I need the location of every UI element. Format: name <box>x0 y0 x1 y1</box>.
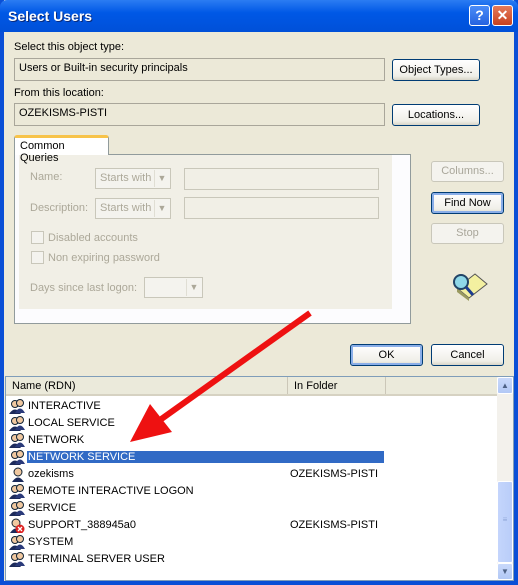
row-name: SYSTEM <box>28 536 74 548</box>
group-icon <box>9 535 25 550</box>
ok-button[interactable]: OK <box>350 344 423 366</box>
description-mode-select[interactable]: Starts with ▼ <box>95 198 171 219</box>
stop-button[interactable]: Stop <box>431 223 504 244</box>
row-name: LOCAL SERVICE <box>28 417 115 429</box>
list-item[interactable]: ozekisms OZEKISMS-PISTI <box>6 466 497 483</box>
group-icon <box>9 450 25 465</box>
disabled-accounts-checkbox[interactable] <box>31 231 44 244</box>
non-expiring-password-checkbox[interactable] <box>31 251 44 264</box>
row-name: INTERACTIVE <box>28 400 101 412</box>
list-item[interactable]: INTERACTIVE <box>6 398 497 415</box>
group-icon <box>9 399 25 414</box>
row-name: REMOTE INTERACTIVE LOGON <box>28 485 194 497</box>
non-expiring-password-label: Non expiring password <box>48 252 160 264</box>
list-item[interactable]: SERVICE <box>6 500 497 517</box>
columns-button[interactable]: Columns... <box>431 161 504 182</box>
window-title: Select Users <box>8 8 93 24</box>
name-mode-value: Starts with <box>100 172 152 184</box>
row-name: ozekisms <box>28 468 74 480</box>
scroll-down-button[interactable]: ▼ <box>497 563 513 580</box>
object-type-label: Select this object type: <box>14 41 125 53</box>
row-name: SUPPORT_388945a0 <box>28 519 137 531</box>
object-type-field: Users or Built-in security principals <box>14 58 385 81</box>
list-item[interactable]: SYSTEM <box>6 534 497 551</box>
chevron-down-icon: ▼ <box>186 279 201 296</box>
title-bar: Select Users ? ✕ <box>0 0 518 32</box>
name-label: Name: <box>30 171 63 183</box>
list-item[interactable]: SUPPORT_388945a0 OZEKISMS-PISTI <box>6 517 497 534</box>
days-since-logon-select[interactable]: ▼ <box>144 277 203 298</box>
row-name: NETWORK SERVICE <box>27 451 384 463</box>
location-label: From this location: <box>14 87 104 99</box>
row-name: NETWORK <box>28 434 85 446</box>
results-list[interactable]: Name (RDN) In Folder INTERACTIVE LOCAL SE… <box>5 376 514 581</box>
search-directory-icon <box>453 273 488 301</box>
object-types-button[interactable]: Object Types... <box>392 59 480 81</box>
vertical-scrollbar[interactable]: ▲ ≡ ▼ <box>497 377 513 580</box>
group-icon <box>9 501 25 516</box>
group-icon <box>9 433 25 448</box>
chevron-down-icon: ▼ <box>154 170 169 187</box>
locations-button[interactable]: Locations... <box>392 104 480 126</box>
disabled-user-icon <box>10 518 25 533</box>
user-icon <box>12 467 24 482</box>
disabled-accounts-label: Disabled accounts <box>48 232 138 244</box>
list-item[interactable]: LOCAL SERVICE <box>6 415 497 432</box>
tab-common-queries[interactable]: Common Queries <box>14 135 109 164</box>
description-input[interactable] <box>184 197 379 219</box>
list-item[interactable]: TERMINAL SERVER USER <box>6 551 497 568</box>
chevron-down-icon: ▼ <box>154 200 169 217</box>
group-icon <box>9 484 25 499</box>
common-queries-panel: Name: Starts with ▼ Description: Starts w… <box>14 154 411 324</box>
help-button[interactable]: ? <box>469 5 490 26</box>
row-folder: OZEKISMS-PISTI <box>290 468 379 480</box>
scroll-up-button[interactable]: ▲ <box>497 377 513 394</box>
description-mode-value: Starts with <box>100 202 152 214</box>
name-input[interactable] <box>184 168 379 190</box>
row-folder: OZEKISMS-PISTI <box>290 519 379 531</box>
name-mode-select[interactable]: Starts with ▼ <box>95 168 171 189</box>
row-name: TERMINAL SERVER USER <box>28 553 165 565</box>
list-item[interactable]: NETWORK <box>6 432 497 449</box>
group-icon <box>9 552 25 567</box>
list-item[interactable]: NETWORK SERVICE <box>6 449 497 466</box>
results-header: Name (RDN) In Folder <box>6 377 497 396</box>
location-field: OZEKISMS-PISTI <box>14 103 385 126</box>
scroll-thumb[interactable]: ≡ <box>497 481 513 563</box>
group-icon <box>9 416 25 431</box>
row-name: SERVICE <box>28 502 77 514</box>
days-since-logon-label: Days since last logon: <box>30 282 137 294</box>
close-button[interactable]: ✕ <box>492 5 513 26</box>
column-header-name[interactable]: Name (RDN) <box>6 377 288 394</box>
list-item[interactable]: REMOTE INTERACTIVE LOGON <box>6 483 497 500</box>
find-now-button[interactable]: Find Now <box>431 192 504 214</box>
cancel-button[interactable]: Cancel <box>431 344 504 366</box>
description-label: Description: <box>30 202 89 214</box>
column-header-in-folder[interactable]: In Folder <box>288 377 386 394</box>
